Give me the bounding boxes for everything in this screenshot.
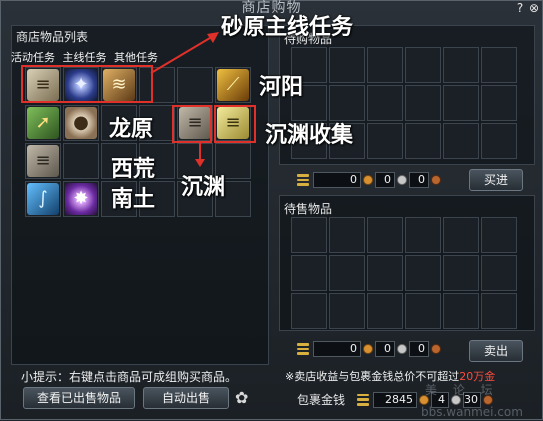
annotation-heyang: 河阳 [259, 75, 304, 100]
annotation-xihuang: 西荒 [111, 157, 156, 182]
shop-window: 商店购物 ? ⊗ 商店物品列表 活动任务 主线任务 其他任务 ≡ ✦ ≋ ⟋ ➚… [0, 0, 543, 420]
annotation-arrows [150, 32, 219, 167]
chenyuan-arrow-head [195, 159, 205, 167]
main-quest-arrow-head [207, 32, 219, 43]
annotation-nantu: 南土 [111, 187, 156, 212]
annotation-chenyuan: 沉渊 [181, 175, 226, 200]
main-quest-arrow [150, 34, 216, 74]
annotation-chenyuan-collect: 沉渊收集 [265, 123, 354, 148]
annotation-longyuan: 龙原 [109, 117, 154, 142]
annotation-main-quest: 砂原主线任务 [221, 15, 354, 40]
